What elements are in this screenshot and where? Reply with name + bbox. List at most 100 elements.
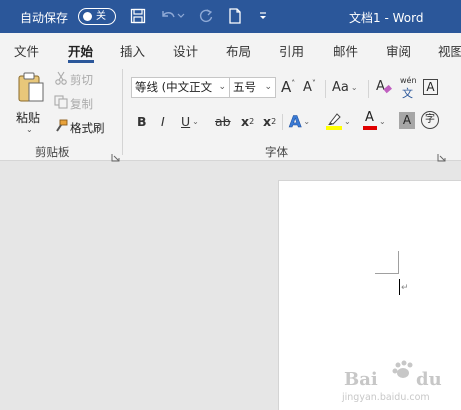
separator bbox=[368, 80, 369, 98]
tab-layout[interactable]: 布局 bbox=[226, 41, 251, 60]
chevron-down-icon: ⌄ bbox=[379, 116, 386, 126]
grow-font-button[interactable]: A ˄ bbox=[281, 77, 295, 97]
font-launcher-icon[interactable] bbox=[437, 147, 446, 162]
strikethrough-button[interactable]: ab bbox=[215, 111, 231, 131]
enclose-characters-label: 字 bbox=[425, 114, 435, 125]
font-color-bar bbox=[363, 126, 377, 130]
subscript-label: x bbox=[241, 113, 250, 129]
margin-crop-mark bbox=[375, 273, 399, 274]
tab-view[interactable]: 视图 bbox=[438, 41, 461, 60]
format-painter-label: 格式刷 bbox=[70, 120, 105, 135]
change-case-button[interactable]: Aa ⌄ bbox=[332, 77, 358, 97]
separator bbox=[325, 80, 326, 98]
svg-text:du: du bbox=[416, 369, 442, 390]
scissors-icon bbox=[54, 71, 68, 88]
format-painter-button[interactable]: 格式刷 bbox=[54, 119, 105, 136]
new-document-icon[interactable] bbox=[225, 6, 245, 26]
redo-icon[interactable] bbox=[196, 6, 216, 26]
highlight-icon bbox=[326, 112, 342, 130]
svg-text:Bai: Bai bbox=[344, 369, 378, 390]
highlight-color-bar bbox=[326, 126, 342, 130]
font-size-value: 五号 bbox=[233, 80, 256, 94]
character-shading-label: A bbox=[402, 113, 412, 127]
paste-icon bbox=[16, 71, 46, 107]
paste-label: 粘贴 bbox=[16, 111, 41, 125]
grow-font-icon: A bbox=[281, 78, 292, 96]
bold-button[interactable]: B bbox=[137, 111, 147, 131]
font-size-select[interactable]: 五号 ⌄ bbox=[229, 77, 276, 98]
copy-icon bbox=[54, 95, 68, 112]
superscript-button[interactable]: x2 bbox=[263, 111, 276, 131]
cut-button[interactable]: 剪切 bbox=[54, 71, 93, 88]
toggle-knob bbox=[83, 12, 92, 21]
svg-text:A: A bbox=[376, 79, 385, 94]
paste-dropdown-icon: ⌄ bbox=[26, 125, 33, 134]
clipboard-launcher-icon[interactable] bbox=[111, 147, 120, 162]
chevron-down-icon: ⌄ bbox=[218, 82, 226, 92]
italic-button[interactable]: I bbox=[161, 111, 165, 131]
strikethrough-label: ab bbox=[215, 113, 231, 129]
svg-text:jingyan.baidu.com: jingyan.baidu.com bbox=[341, 392, 430, 403]
tab-review[interactable]: 审阅 bbox=[386, 41, 411, 60]
title-bar: 自动保存 关 文档1 - Word bbox=[0, 0, 461, 33]
phonetic-top: wén bbox=[400, 76, 417, 85]
font-color-button[interactable]: A ⌄ bbox=[363, 110, 386, 131]
text-effects-button[interactable]: A ⌄ bbox=[289, 111, 310, 131]
subscript-small: 2 bbox=[249, 116, 255, 126]
baidu-watermark: Bai du jingyan.baidu.com bbox=[340, 359, 460, 404]
ribbon-tabs: 文件 开始 插入 设计 布局 引用 邮件 审阅 视图 bbox=[0, 33, 461, 63]
superscript-label: x bbox=[263, 113, 272, 129]
undo-icon[interactable] bbox=[158, 6, 178, 26]
paragraph-mark-icon: ↵ bbox=[401, 283, 409, 293]
tab-mailings[interactable]: 邮件 bbox=[333, 41, 358, 60]
tab-references[interactable]: 引用 bbox=[279, 41, 304, 60]
character-border-button[interactable]: A bbox=[423, 79, 438, 95]
phonetic-guide-button[interactable]: wén 文 bbox=[399, 76, 417, 100]
tab-file[interactable]: 文件 bbox=[14, 41, 39, 60]
copy-button[interactable]: 复制 bbox=[54, 95, 93, 112]
chevron-down-icon: ⌄ bbox=[350, 82, 358, 92]
document-title: 文档1 - Word bbox=[349, 11, 424, 25]
chevron-down-icon: ⌄ bbox=[264, 82, 272, 92]
autosave-toggle[interactable]: 关 bbox=[78, 8, 116, 25]
toggle-state-label: 关 bbox=[96, 11, 106, 22]
shrink-font-icon: A bbox=[303, 79, 312, 95]
superscript-small: 2 bbox=[271, 116, 277, 126]
phonetic-bottom: 文 bbox=[402, 87, 413, 100]
group-separator bbox=[122, 69, 123, 155]
margin-crop-mark bbox=[398, 251, 399, 274]
highlight-button[interactable]: ⌄ bbox=[326, 111, 351, 131]
clear-formatting-button[interactable]: A bbox=[375, 77, 393, 97]
subscript-button[interactable]: x2 bbox=[241, 111, 254, 131]
change-case-label: Aa bbox=[332, 79, 349, 95]
tab-insert[interactable]: 插入 bbox=[120, 41, 145, 60]
separator bbox=[282, 114, 283, 130]
enclose-characters-button[interactable]: 字 bbox=[421, 111, 439, 129]
font-color-label: A bbox=[365, 110, 374, 125]
autosave-label: 自动保存 bbox=[20, 11, 69, 25]
text-effects-label: A bbox=[289, 111, 302, 131]
ribbon: 粘贴 ⌄ 剪切 复制 格式刷 剪贴板 等线 (中文正文 ⌄ 五号 ⌄ A ˄ A ˅ bbox=[0, 63, 461, 162]
underline-button[interactable]: U ⌄ bbox=[181, 111, 199, 131]
customize-toolbar-icon[interactable] bbox=[253, 6, 273, 26]
character-border-label: A bbox=[426, 80, 435, 94]
save-icon[interactable] bbox=[128, 6, 148, 26]
cut-label: 剪切 bbox=[70, 72, 93, 87]
character-shading-button[interactable]: A bbox=[399, 112, 415, 129]
font-name-value: 等线 (中文正文 bbox=[135, 80, 213, 94]
tab-design[interactable]: 设计 bbox=[173, 41, 198, 60]
underline-label: U bbox=[181, 113, 191, 129]
paste-button[interactable]: 粘贴 ⌄ bbox=[12, 69, 48, 135]
format-painter-icon bbox=[54, 119, 68, 136]
tab-home[interactable]: 开始 bbox=[68, 41, 93, 60]
shrink-font-button[interactable]: A ˅ bbox=[303, 77, 316, 97]
font-name-select[interactable]: 等线 (中文正文 ⌄ bbox=[131, 77, 230, 98]
chevron-down-icon: ⌄ bbox=[344, 116, 351, 126]
italic-label: I bbox=[161, 113, 165, 129]
font-group-label: 字体 bbox=[265, 145, 288, 159]
chevron-down-icon: ⌄ bbox=[303, 116, 311, 126]
undo-dropdown-icon[interactable] bbox=[176, 6, 186, 26]
bold-label: B bbox=[137, 113, 147, 129]
chevron-down-icon: ⌄ bbox=[192, 116, 199, 126]
clear-formatting-icon: A bbox=[375, 77, 393, 98]
